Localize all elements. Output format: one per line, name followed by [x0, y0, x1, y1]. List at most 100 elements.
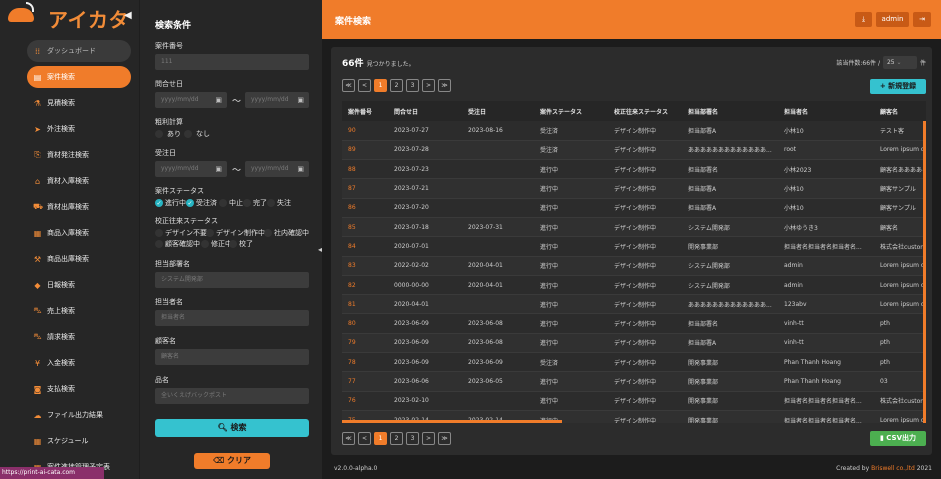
case-id-link[interactable]: 88: [342, 159, 388, 180]
clear-button[interactable]: ⌫ クリア: [194, 453, 270, 469]
logout-button[interactable]: ⇥: [913, 12, 931, 27]
school-status-checkbox[interactable]: 校了: [229, 239, 253, 249]
company-link[interactable]: Briswell co.,ltd: [871, 465, 915, 472]
case-id-link[interactable]: 84: [342, 236, 388, 257]
column-header[interactable]: 案件番号: [342, 101, 388, 121]
sidebar-item[interactable]: ◙ 支払検索: [27, 378, 131, 400]
page-button[interactable]: ≫: [438, 79, 451, 92]
sidebar-item[interactable]: ☁ ファイル出力結果: [27, 404, 131, 426]
school-status-checkbox[interactable]: 顧客確認中: [155, 239, 200, 249]
client-input[interactable]: 顧客名: [155, 349, 309, 365]
case-id-link[interactable]: 77: [342, 371, 388, 392]
calendar-icon[interactable]: ▣: [215, 92, 222, 108]
column-header[interactable]: 担当部署名: [682, 101, 778, 121]
profit-no-radio[interactable]: なし: [184, 129, 210, 139]
page-button[interactable]: <: [358, 79, 371, 92]
column-header[interactable]: 校正往来ステータス: [608, 101, 682, 121]
page-button[interactable]: ≪: [342, 79, 355, 92]
case-id-link[interactable]: 81: [342, 294, 388, 315]
case-no-input[interactable]: 111: [155, 54, 309, 70]
csv-export-button[interactable]: ▮ CSV出力: [870, 431, 926, 446]
table-row[interactable]: 86 2023-07-20 進行中 デザイン制作中 担当部署A 小林10 顧客サンプル: [342, 198, 926, 218]
table-row[interactable]: 76 2023-02-10 進行中 デザイン制作中 開発事業部 担当者名担当者名担当者名.…: [342, 391, 926, 411]
sidebar-item[interactable]: ◆ 日報検索: [27, 274, 131, 296]
case-id-link[interactable]: 85: [342, 217, 388, 238]
sidebar-item[interactable]: ⚗ 見積検索: [27, 92, 131, 114]
sidebar-item[interactable]: ⎘ 資材発注検索: [27, 144, 131, 166]
search-button[interactable]: 🔍︎ 検索: [155, 419, 309, 437]
profit-yes-radio[interactable]: あり: [155, 129, 181, 139]
school-status-checkbox[interactable]: 修正中: [201, 239, 232, 249]
case-id-link[interactable]: 86: [342, 198, 388, 218]
new-register-button[interactable]: + 新規登録: [870, 79, 926, 94]
case-id-link[interactable]: 83: [342, 256, 388, 276]
calendar-icon[interactable]: ▣: [215, 161, 222, 177]
table-row[interactable]: 80 2023-06-09 2023-06-08 進行中 デザイン制作中 担当部署名 vin…: [342, 313, 926, 334]
table-row[interactable]: 81 2020-04-01 進行中 デザイン制作中 あああああああああああああ... 12…: [342, 294, 926, 315]
person-input[interactable]: 担当者名: [155, 310, 309, 326]
table-row[interactable]: 85 2023-07-18 2023-07-31 進行中 デザイン制作中 システム開発部小…: [342, 217, 926, 238]
case-id-link[interactable]: 80: [342, 313, 388, 334]
sidebar-item[interactable]: ⌂ 資材入庫検索: [27, 170, 131, 192]
user-menu[interactable]: admin: [876, 12, 909, 27]
table-row[interactable]: 79 2023-06-09 2023-06-08 進行中 デザイン制作中 担当部署A vin…: [342, 333, 926, 354]
sidebar-item[interactable]: ▦ スケジュール: [27, 430, 131, 452]
page-button[interactable]: ≪: [342, 432, 355, 445]
sidebar-item[interactable]: ⛍ 売上検索: [27, 300, 131, 322]
results-table-wrap[interactable]: 案件番号 問合せ日 受注日 案件ステータス 校正往来ステータス 担当部署名 担当者名 顧客名 …: [342, 101, 926, 423]
table-row[interactable]: 89 2023-07-28 受注済 デザイン制作中 あああああああああああああ... ro…: [342, 140, 926, 161]
vertical-scrollbar[interactable]: [923, 121, 926, 423]
school-status-checkbox[interactable]: 社内確認中: [264, 228, 309, 238]
order-date-to-input[interactable]: yyyy/mm/dd ▣: [245, 161, 309, 177]
sidebar-item[interactable]: ¥ 入金検索: [27, 352, 131, 374]
case-id-link[interactable]: 90: [342, 121, 388, 141]
status-checkbox[interactable]: 完了: [243, 198, 267, 208]
page-button[interactable]: >: [422, 79, 435, 92]
status-checkbox[interactable]: 中止: [219, 198, 243, 208]
status-checkbox[interactable]: 失注: [267, 198, 291, 208]
case-id-link[interactable]: 89: [342, 140, 388, 161]
table-row[interactable]: 77 2023-06-06 2023-06-05 進行中 デザイン制作中 開発事業部 Pha…: [342, 371, 926, 392]
table-row[interactable]: 84 2020-07-01 進行中 デザイン制作中 開発事業部 担当者名担当者名担当者名.…: [342, 236, 926, 257]
horizontal-scrollbar[interactable]: [342, 420, 562, 423]
collapse-sidebar-icon[interactable]: ◀: [124, 10, 132, 21]
page-button[interactable]: 2: [390, 432, 403, 445]
table-row[interactable]: 78 2023-06-09 2023-06-09 受注済 デザイン制作中 開発事業部 Pha…: [342, 352, 926, 373]
page-button[interactable]: >: [422, 432, 435, 445]
case-id-link[interactable]: 82: [342, 275, 388, 296]
brand[interactable]: アイカタ ◀: [0, 0, 139, 36]
column-header[interactable]: 問合せ日: [388, 101, 462, 121]
sidebar-item[interactable]: ➤ 外注検索: [27, 118, 131, 140]
calendar-icon[interactable]: ▣: [297, 161, 304, 177]
case-id-link[interactable]: 76: [342, 391, 388, 411]
page-button[interactable]: ≫: [438, 432, 451, 445]
per-page-select[interactable]: 25 ⌄: [882, 56, 917, 69]
column-header[interactable]: 顧客名: [874, 101, 926, 121]
page-button[interactable]: 1: [374, 432, 387, 445]
dept-input[interactable]: システム開発部: [155, 272, 309, 288]
sidebar-item[interactable]: ⛍ 請求検索: [27, 326, 131, 348]
column-header[interactable]: 担当者名: [778, 101, 874, 121]
school-status-checkbox[interactable]: デザイン不要: [155, 228, 207, 238]
case-id-link[interactable]: 87: [342, 178, 388, 199]
table-row[interactable]: 82 0000-00-00 2020-04-01 進行中 デザイン制作中 システム開発部 a…: [342, 275, 926, 296]
status-checkbox[interactable]: ✓ 受注済: [186, 198, 217, 208]
case-id-link[interactable]: 79: [342, 333, 388, 354]
item-input[interactable]: 全いくえげバックポスト: [155, 388, 309, 404]
column-header[interactable]: 受注日: [462, 101, 534, 121]
sidebar-item[interactable]: ⁞⁞ ダッシュボード: [27, 40, 131, 62]
page-button[interactable]: <: [358, 432, 371, 445]
page-button[interactable]: 1: [374, 79, 387, 92]
calendar-icon[interactable]: ▣: [297, 92, 304, 108]
sidebar-item[interactable]: ▤ 案件検索: [27, 66, 131, 88]
column-header[interactable]: 案件ステータス: [534, 101, 608, 121]
school-status-checkbox[interactable]: デザイン制作中: [206, 228, 265, 238]
sidebar-item[interactable]: ▦ 商品入庫検索: [27, 222, 131, 244]
sidebar-item[interactable]: ⛟ 資材出庫検索: [27, 196, 131, 218]
inquiry-date-to-input[interactable]: yyyy/mm/dd ▣: [245, 92, 309, 108]
table-row[interactable]: 88 2023-07-23 進行中 デザイン制作中 担当部署名 小林2023 顧客名ああああ…: [342, 159, 926, 180]
download-button[interactable]: ⤓: [855, 12, 872, 27]
table-row[interactable]: 83 2022-02-02 2020-04-01 進行中 デザイン制作中 システム開発部 a…: [342, 256, 926, 276]
sidebar-item[interactable]: ⚒ 商品出庫検索: [27, 248, 131, 270]
case-id-link[interactable]: 78: [342, 352, 388, 373]
